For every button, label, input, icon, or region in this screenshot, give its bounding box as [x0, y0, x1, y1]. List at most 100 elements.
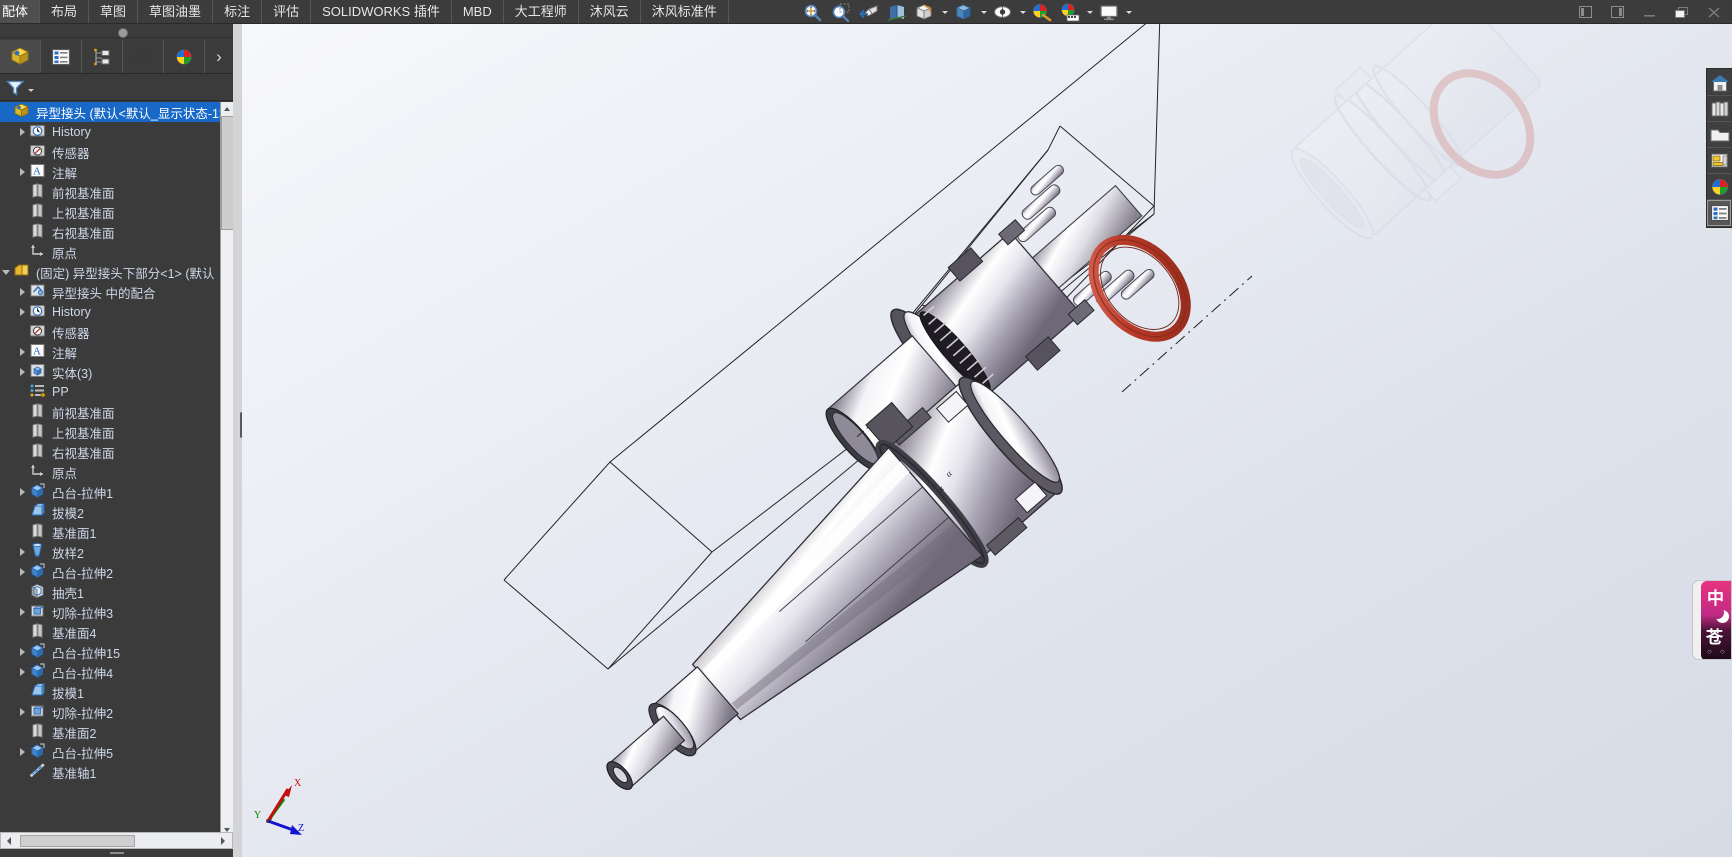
ribbon-tab-mufeng-standard-parts[interactable]: 沐风标准件 [641, 0, 729, 23]
restore-prev-button[interactable] [1576, 2, 1598, 22]
tree-item[interactable]: 基准面2 [0, 722, 233, 742]
display-manager-tab[interactable] [164, 40, 205, 73]
tree-item[interactable]: 抽壳1 [0, 582, 233, 602]
close-button[interactable] [1704, 2, 1726, 22]
chevron-down-icon[interactable] [28, 88, 34, 92]
appearances-library-icon[interactable] [1707, 96, 1731, 122]
ribbon-tab-evaluate[interactable]: 评估 [262, 0, 312, 23]
tree-item[interactable]: History [0, 122, 233, 142]
tree-vertical-scrollbar[interactable] [220, 102, 234, 837]
horizontal-scroll-thumb[interactable] [20, 835, 135, 847]
chevron-right-icon[interactable] [16, 342, 29, 362]
panel-splitter[interactable] [233, 24, 242, 857]
tree-item[interactable]: History [0, 302, 233, 322]
chevron-right-icon[interactable] [16, 562, 29, 582]
feature-tree[interactable]: 异型接头 (默认<默认_显示状态-1>) History 传感器 A 注解 前视基准面 上视… [0, 102, 233, 837]
chevron-right-icon[interactable] [16, 122, 29, 142]
tree-item[interactable]: 实体(3) [0, 362, 233, 382]
tree-filter-bar[interactable] [0, 75, 242, 101]
tree-item[interactable]: 拔模1 [0, 682, 233, 702]
feature-manager-tab[interactable] [0, 40, 41, 73]
panel-bottom-grip[interactable] [0, 849, 233, 857]
zoom-to-area-icon[interactable] [828, 1, 854, 23]
ribbon-tab-annotate[interactable]: 标注 [213, 0, 263, 23]
tree-item[interactable]: 凸台-拉伸2 [0, 562, 233, 582]
tree-item[interactable]: 放样2 [0, 542, 233, 562]
section-view-icon[interactable] [884, 1, 910, 23]
tree-item[interactable]: 上视基准面 [0, 422, 233, 442]
tree-item[interactable]: 上视基准面 [0, 202, 233, 222]
tree-item[interactable]: 基准轴1 [0, 762, 233, 782]
tree-item[interactable]: 凸台-拉伸15 [0, 642, 233, 662]
previous-view-icon[interactable] [856, 1, 882, 23]
chevron-right-icon[interactable] [16, 542, 29, 562]
scroll-left-button[interactable] [1, 833, 18, 848]
chevron-right-icon[interactable] [16, 742, 29, 762]
tree-item[interactable]: 基准面4 [0, 622, 233, 642]
chevron-right-icon[interactable] [16, 662, 29, 682]
tree-item[interactable]: A 注解 [0, 162, 233, 182]
tree-item[interactable]: (固定) 异型接头下部分<1> (默认 [0, 262, 233, 282]
tree-item[interactable]: 原点 [0, 242, 233, 262]
tree-item[interactable]: 切除-拉伸3 [0, 602, 233, 622]
minimize-button[interactable] [1640, 2, 1662, 22]
tree-item[interactable]: 凸台-拉伸5 [0, 742, 233, 762]
chevron-down-icon[interactable] [1018, 1, 1027, 23]
zoom-to-fit-icon[interactable] [800, 1, 826, 23]
edit-appearance-icon[interactable] [1057, 1, 1083, 23]
tree-item[interactable]: 原点 [0, 462, 233, 482]
chevron-right-icon[interactable] [16, 642, 29, 662]
tree-horizontal-scrollbar[interactable] [0, 832, 233, 849]
tree-item[interactable]: PP [0, 382, 233, 402]
ime-indicator[interactable]: 中 苍 ○ ○ [1692, 580, 1732, 660]
tree-item[interactable]: 右视基准面 [0, 222, 233, 242]
chevron-right-icon[interactable] [16, 162, 29, 182]
chevron-right-icon[interactable] [16, 602, 29, 622]
tree-item[interactable]: 传感器 [0, 142, 233, 162]
tree-item[interactable]: 凸台-拉伸4 [0, 662, 233, 682]
tree-item[interactable]: 基准面1 [0, 522, 233, 542]
ribbon-tab-mufeng-cloud[interactable]: 沐风云 [579, 0, 641, 23]
ribbon-tab-big-engineer[interactable]: 大工程师 [504, 0, 579, 23]
restore-next-button[interactable] [1608, 2, 1630, 22]
tree-item[interactable]: 右视基准面 [0, 442, 233, 462]
view-home-icon[interactable] [1707, 70, 1731, 96]
graphics-area[interactable]: α α Y X Z [242, 24, 1732, 857]
design-library-icon[interactable] [1707, 122, 1731, 148]
tree-item[interactable]: A 注解 [0, 342, 233, 362]
tree-item[interactable]: 异型接头 中的配合 [0, 282, 233, 302]
chevron-right-icon[interactable] [16, 302, 29, 322]
configuration-manager-tab[interactable] [82, 40, 123, 73]
ribbon-tab-mbd[interactable]: MBD [452, 0, 504, 23]
ribbon-tab-sketch-ink[interactable]: 草图油墨 [138, 0, 214, 23]
chevron-down-icon[interactable] [979, 1, 988, 23]
tree-item[interactable]: 前视基准面 [0, 182, 233, 202]
chevron-right-icon[interactable] [16, 362, 29, 382]
chevron-down-icon[interactable] [0, 262, 13, 282]
file-explorer-icon[interactable] [1707, 148, 1731, 174]
ribbon-tab-sketch[interactable]: 草图 [89, 0, 139, 23]
chevron-right-icon[interactable] [16, 282, 29, 302]
maximize-button[interactable] [1672, 2, 1694, 22]
chevron-down-icon[interactable] [1124, 1, 1133, 23]
tree-item[interactable]: 传感器 [0, 322, 233, 342]
ime-inner-panel[interactable]: 中 苍 ○ ○ [1701, 581, 1731, 659]
chevron-right-icon[interactable] [16, 482, 29, 502]
tree-item[interactable]: 凸台-拉伸1 [0, 482, 233, 502]
ribbon-tab-solidworks-addins[interactable]: SOLIDWORKS 插件 [311, 0, 452, 23]
view-settings-icon[interactable] [1096, 1, 1122, 23]
panel-drag-grip[interactable] [0, 24, 242, 38]
view-palette-icon[interactable] [1707, 174, 1731, 200]
chevron-right-icon[interactable] [16, 702, 29, 722]
chevron-down-icon[interactable] [940, 1, 949, 23]
apply-scene-icon[interactable] [1029, 1, 1055, 23]
tree-item[interactable]: 拔模2 [0, 502, 233, 522]
ribbon-tab-assembly[interactable]: 配体 [0, 0, 41, 23]
tree-item[interactable]: 前视基准面 [0, 402, 233, 422]
tree-item[interactable]: 切除-拉伸2 [0, 702, 233, 722]
view-orientation-icon[interactable] [912, 1, 938, 23]
custom-properties-icon[interactable] [1707, 200, 1731, 226]
ribbon-tab-layout[interactable]: 布局 [40, 0, 90, 23]
hide-show-items-icon[interactable] [990, 1, 1016, 23]
chevron-down-icon[interactable] [1085, 1, 1094, 23]
